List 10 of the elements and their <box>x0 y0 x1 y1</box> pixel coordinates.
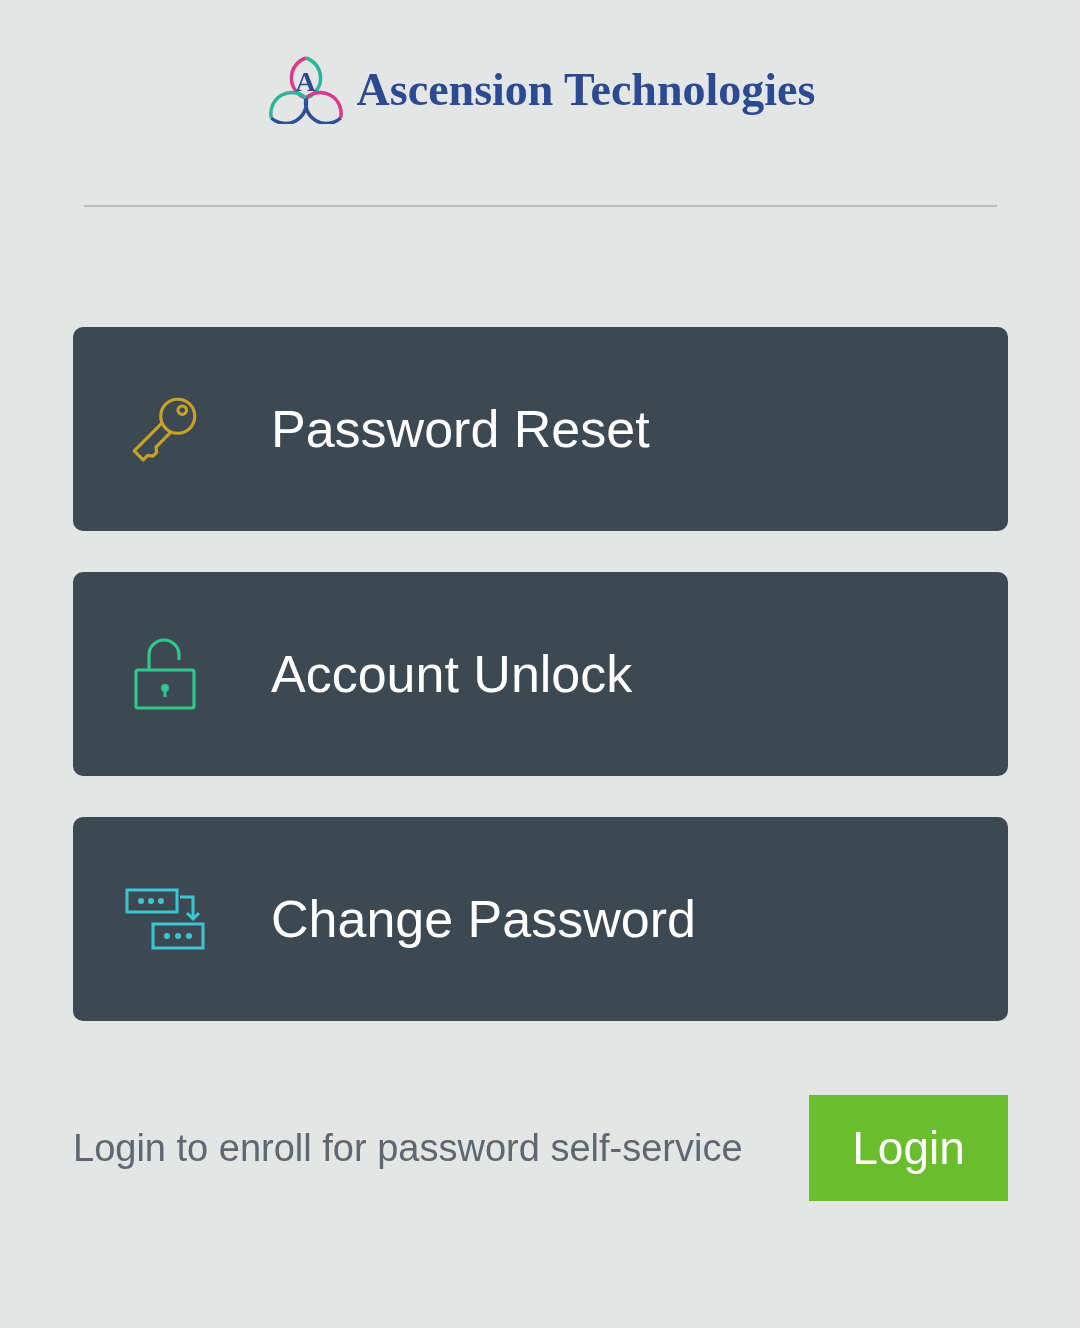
logo-letter: A <box>295 68 316 96</box>
padlock-icon <box>134 638 196 710</box>
key-icon <box>131 395 199 463</box>
action-button[interactable]: Account Unlock <box>73 572 1008 776</box>
brand-name: Ascension Technologies <box>356 63 816 117</box>
enroll-prompt-text: Login to enroll for password self-service <box>73 1126 743 1170</box>
logo-icon <box>268 56 343 124</box>
action-button[interactable]: Password Reset <box>73 327 1008 531</box>
password-fields-icon <box>125 888 205 950</box>
action-button[interactable]: Change Password <box>73 817 1008 1021</box>
